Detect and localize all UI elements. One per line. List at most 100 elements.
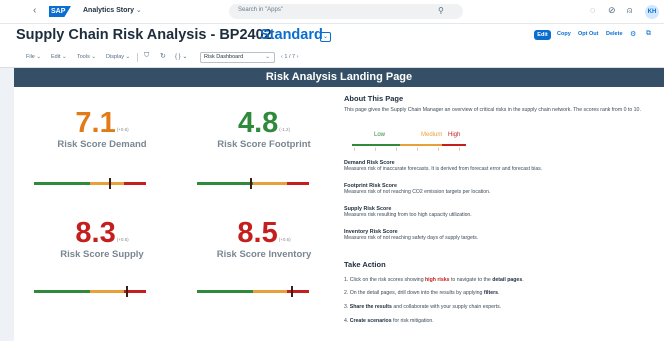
kpi-value: 8.3 [75,217,116,249]
delete-button[interactable]: Delete [606,31,623,37]
legend-tick: | [396,147,397,151]
page-selector-value: Risk Dashboard [204,54,244,60]
bar-score-marker [125,286,128,297]
legend-low: Low [374,132,386,138]
bar-medium-segment [253,182,287,185]
about-heading: About This Page [344,94,404,103]
refresh-icon[interactable]: ↻ [160,52,166,60]
file-menu[interactable]: File ⌄ [26,54,41,60]
kpi-inventory[interactable]: 8.5(+0.6) Risk Score Inventory [179,218,349,260]
risk-bar-supply [34,286,146,297]
back-icon[interactable]: ‹ [33,5,36,16]
lightbulb-icon[interactable]: ◌ [590,5,595,15]
kpi-label: Risk Score Inventory [216,249,312,260]
definition-demand: Demand Risk Score Measures risk of inacc… [344,160,542,172]
risk-legend: Low Medium High | | | | | | [352,130,472,158]
kpi-value: 7.1 [75,107,116,139]
bar-score-marker [109,178,112,189]
legend-tick: | [459,147,460,151]
app-title: Analytics Story [83,7,134,14]
step-emphasis: filters [483,290,498,296]
notification-bell-icon[interactable]: ⍝ [627,5,632,16]
kpi-delta: (+0.6) [116,127,129,132]
definition-footprint: Footprint Risk Score Measures risk of no… [344,183,490,195]
bar-high-segment [286,290,309,293]
risk-bar-inventory [197,286,309,297]
action-step-1: 1. Click on the risk scores showing high… [344,277,524,283]
bar-medium-segment [90,182,124,185]
step-emphasis: Create scenarios [349,318,392,324]
bar-high-segment [286,182,309,185]
opt-out-button[interactable]: Opt Out [578,31,598,37]
kpi-value: 8.5 [237,217,278,249]
bar-medium-segment [90,290,124,293]
variables-icon[interactable]: { } ⌄ [175,53,187,60]
filter-icon[interactable]: ⛉ [144,52,149,60]
search-field[interactable]: Search in "Apps" ⚲ [229,4,463,19]
step-text: 2. On the detail pages, drill down into … [344,290,484,296]
tools-menu[interactable]: Tools ⌄ [77,54,96,60]
legend-tick: | [375,147,376,151]
legend-medium: Medium [421,132,443,138]
step-emphasis: Share the results [349,304,392,310]
page-counter[interactable]: ‹ 1 / 7 › [281,54,298,60]
display-menu[interactable]: Display ⌄ [106,54,130,60]
help-icon[interactable]: ⊘ [608,5,616,16]
kpi-footprint[interactable]: 4.8(-1.2) Risk Score Footprint [179,108,349,150]
step-text: . [498,290,500,296]
settings-gear-icon[interactable]: ⚙ [630,30,636,38]
action-step-4: 4. Create scenarios for risk mitigation. [344,318,434,324]
story-toolbar: File ⌄ Edit ⌄ Tools ⌄ Display ⌄ ⛉ ↻ { } … [0,47,664,68]
step-text: and collaborate with your supply chain e… [391,304,502,310]
kpi-value: 4.8 [237,107,279,139]
search-icon[interactable]: ⚲ [438,6,444,15]
action-step-2: 2. On the detail pages, drill down into … [344,290,499,296]
step-text: for risk mitigation. [391,318,434,324]
page-selector[interactable]: Risk Dashboard ⌄ [200,52,275,63]
definition-text: Measures risk of not reaching safety day… [344,235,479,241]
edit-menu[interactable]: Edit ⌄ [51,54,67,60]
kpi-demand[interactable]: 7.1(+0.6) Risk Score Demand [17,108,187,150]
step-text: . [522,277,524,283]
kpi-label: Risk Score Footprint [217,139,311,150]
copy-button[interactable]: Copy [557,31,571,37]
definition-text: Measures risk resulting from too high ca… [344,212,472,218]
app-title-menu[interactable]: Analytics Story ⌄ [83,6,142,14]
kpi-delta: (+0.5) [116,237,129,242]
risk-bar-footprint [197,178,309,189]
kpi-supply[interactable]: 8.3(+0.5) Risk Score Supply [17,218,187,260]
kpi-delta: (-1.2) [279,127,291,132]
toolbar-divider [137,53,138,62]
action-step-3: 3. Share the results and collaborate wit… [344,304,501,310]
about-text: This page gives the Supply Chain Manager… [344,107,641,113]
edit-button[interactable]: Edit [534,30,551,40]
bar-medium-segment [253,290,287,293]
bar-low-segment [34,290,90,293]
definition-text: Measures risk of inaccurate forecasts. I… [344,166,543,172]
open-external-icon[interactable]: ⧉ [646,30,651,38]
page-title: Supply Chain Risk Analysis - BP2402 [16,27,272,43]
legend-high-line [442,144,466,146]
avatar[interactable]: KH [645,5,659,19]
kpi-label: Risk Score Supply [60,249,144,260]
step-emphasis: detail pages [492,277,523,283]
chevron-down-icon: ⌄ [135,7,142,14]
variant-name[interactable]: Standard [260,27,323,43]
legend-high: High [448,132,461,138]
risk-bar-demand [34,178,146,189]
bar-score-marker [291,286,294,297]
legend-tick: | [354,147,355,151]
step-text: to navigate to the [449,277,493,283]
legend-medium-line [400,144,442,146]
take-action-heading: Take Action [344,260,386,269]
step-highlight: high risks [425,277,450,283]
story-header: Supply Chain Risk Analysis - BP2402 Stan… [0,24,664,47]
bar-low-segment [197,290,253,293]
story-canvas: Risk Analysis Landing Page 7.1(+0.6) Ris… [14,68,664,341]
definition-inventory: Inventory Risk Score Measures risk of no… [344,229,478,241]
sap-logo[interactable]: SAP [49,6,71,17]
definition-text: Measures risk of not reaching CO2 emissi… [344,189,491,195]
bar-low-segment [197,182,253,185]
page-banner: Risk Analysis Landing Page [14,68,664,87]
variant-dropdown-icon[interactable]: ⌄ [320,32,331,42]
